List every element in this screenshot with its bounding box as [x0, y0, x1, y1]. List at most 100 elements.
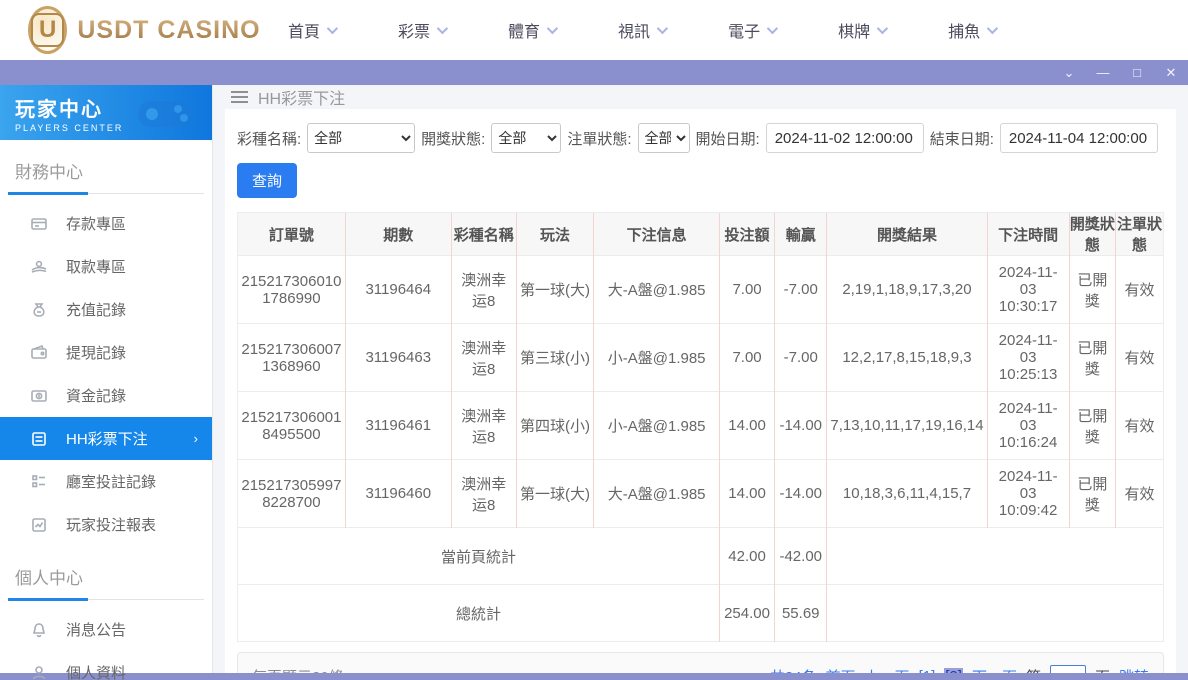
sidebar-item-hall-bet-record[interactable]: 廳室投註記錄 — [0, 460, 212, 503]
page-summary-bet: 42.00 — [719, 528, 774, 585]
section-title-personal: 個人中心 — [0, 546, 212, 599]
total-summary-row: 總統計 254.00 55.69 — [238, 585, 1164, 642]
chevron-down-icon — [547, 23, 558, 34]
end-date-input[interactable] — [1000, 123, 1158, 153]
nav-item-sports[interactable]: 體育 — [508, 18, 555, 42]
page-summary-row: 當前頁統計 42.00 -42.00 — [238, 528, 1164, 585]
total-summary-winloss: 55.69 — [775, 585, 827, 642]
bets-table: 訂單號 期數 彩種名稱 玩法 下注信息 投注額 輸贏 開獎結果 下注時間 開獎狀… — [237, 212, 1164, 642]
top-navbar: U USDT CASINO 首頁 彩票 體育 視訊 電子 棋牌 捕魚 — [0, 0, 1188, 60]
logo-text: USDT CASINO — [77, 16, 260, 45]
nav-item-live[interactable]: 視訊 — [618, 18, 665, 42]
chevron-down-icon — [987, 23, 998, 34]
col-draw-status: 開獎狀態 — [1069, 213, 1115, 256]
maximize-icon[interactable]: □ — [1130, 66, 1144, 79]
money-bag-icon — [30, 301, 48, 319]
sidebar-item-recharge-record[interactable]: 充值記錄 — [0, 288, 212, 331]
breadcrumb: HH彩票下注 — [213, 85, 1188, 109]
jump-button[interactable]: 跳转 — [1119, 666, 1149, 674]
coin-record-icon — [30, 387, 48, 405]
report-chart-icon — [30, 516, 48, 534]
total-count: 共24条 — [770, 666, 817, 674]
table-row: 2152173060101786990 31196464 澳洲幸运8 第一球(大… — [238, 256, 1164, 324]
bet-list-icon — [30, 430, 48, 448]
draw-status-label: 開獎狀態: — [421, 128, 485, 149]
page-title: HH彩票下注 — [258, 85, 345, 109]
col-bet-amount: 投注額 — [719, 213, 774, 256]
sidebar-item-deposit[interactable]: 存款專區 — [0, 202, 212, 245]
page-2-link-current[interactable]: [2] — [944, 668, 963, 674]
draw-status-select[interactable]: 全部 — [491, 123, 561, 153]
content-card: 彩種名稱: 全部 開獎狀態: 全部 注單狀態: 全部 開始日期: 結束日期: 查… — [225, 109, 1176, 673]
col-order-status: 注單狀態 — [1116, 213, 1164, 256]
players-center-header: 玩家中心 PLAYERS CENTER — [0, 85, 212, 140]
jump-suffix: 页 — [1095, 666, 1110, 674]
close-icon[interactable]: ✕ — [1164, 66, 1178, 79]
order-status-select[interactable]: 全部 — [638, 123, 690, 153]
chevron-down-icon — [877, 23, 888, 34]
section-underline — [8, 599, 204, 600]
nav-item-lottery[interactable]: 彩票 — [398, 18, 445, 42]
col-bet-time: 下注時間 — [987, 213, 1069, 256]
chevron-right-icon: › — [194, 431, 198, 446]
sidebar-item-player-bet-report[interactable]: 玩家投注報表 — [0, 503, 212, 546]
first-page-link[interactable]: 首页 — [826, 666, 856, 674]
page-1-link[interactable]: [1] — [919, 668, 936, 674]
next-page-link[interactable]: 下一页 — [972, 666, 1017, 674]
lottery-name-select[interactable]: 全部 — [307, 123, 415, 153]
sidebar-item-withdraw-record[interactable]: 提現記錄 — [0, 331, 212, 374]
page-jump-input[interactable] — [1050, 665, 1086, 673]
sidebar-item-announcements[interactable]: 消息公告 — [0, 608, 212, 651]
start-date-input[interactable] — [766, 123, 924, 153]
col-bet-info: 下注信息 — [594, 213, 720, 256]
start-date-label: 開始日期: — [696, 128, 760, 149]
col-playtype: 玩法 — [516, 213, 594, 256]
total-summary-label: 總統計 — [238, 585, 720, 642]
section-title-finance: 財務中心 — [0, 140, 212, 193]
chevron-down-icon — [657, 23, 668, 34]
main-menu: 首頁 彩票 體育 視訊 電子 棋牌 捕魚 — [288, 18, 1058, 42]
chevron-down-icon — [437, 23, 448, 34]
nav-item-cards[interactable]: 棋牌 — [838, 18, 885, 42]
nav-item-home[interactable]: 首頁 — [288, 18, 335, 42]
col-lottery-name: 彩種名稱 — [451, 213, 516, 256]
chevron-down-icon — [327, 23, 338, 34]
section-underline — [8, 193, 204, 194]
hand-money-icon — [30, 258, 48, 276]
deposit-card-icon — [30, 215, 48, 233]
table-header-row: 訂單號 期數 彩種名稱 玩法 下注信息 投注額 輸贏 開獎結果 下注時間 開獎狀… — [238, 213, 1164, 256]
sidebar-item-withdraw[interactable]: 取款專區 — [0, 245, 212, 288]
chevron-down-icon — [767, 23, 778, 34]
sidebar-item-funds-record[interactable]: 資金記錄 — [0, 374, 212, 417]
prev-page-link[interactable]: 上一页 — [865, 666, 910, 674]
page-summary-winloss: -42.00 — [775, 528, 827, 585]
lottery-name-label: 彩種名稱: — [237, 128, 301, 149]
col-order-id: 訂單號 — [238, 213, 346, 256]
checklist-icon — [30, 473, 48, 491]
logo-letter: U — [31, 13, 64, 47]
brand-logo[interactable]: U USDT CASINO — [28, 6, 258, 54]
minimize-icon[interactable]: — — [1096, 66, 1110, 79]
wallet-icon — [30, 344, 48, 362]
collapse-icon[interactable]: ⌄ — [1062, 66, 1076, 79]
window-titlebar: ⌄ — □ ✕ — [0, 60, 1188, 85]
table-row: 2152173059978228700 31196460 澳洲幸运8 第一球(大… — [238, 460, 1164, 528]
hamburger-icon[interactable] — [231, 91, 248, 103]
table-row: 2152173060071368960 31196463 澳洲幸运8 第三球(小… — [238, 324, 1164, 392]
nav-item-slots[interactable]: 電子 — [728, 18, 775, 42]
filter-bar: 彩種名稱: 全部 開獎狀態: 全部 注單狀態: 全部 開始日期: 結束日期: — [237, 123, 1164, 153]
total-summary-bet: 254.00 — [719, 585, 774, 642]
sidebar-item-hh-lottery-bets[interactable]: HH彩票下注 › — [0, 417, 212, 460]
sidebar-item-profile[interactable]: 個人資料 — [0, 651, 212, 680]
nav-item-fishing[interactable]: 捕魚 — [948, 18, 995, 42]
person-icon — [30, 664, 48, 680]
logo-coin-icon: U — [28, 6, 67, 54]
page-size-text: 每頁顯示20條 — [252, 666, 344, 674]
col-draw-result: 開獎結果 — [827, 213, 987, 256]
pagination-bar: 每頁顯示20條 共24条 首页 上一页 [1] [2] 下一页 第 页 跳转 — [237, 652, 1164, 673]
col-winloss: 輸贏 — [775, 213, 827, 256]
table-row: 2152173060018495500 31196461 澳洲幸运8 第四球(小… — [238, 392, 1164, 460]
gamepad-icon — [130, 91, 200, 135]
search-button[interactable]: 查詢 — [237, 163, 297, 198]
end-date-label: 結束日期: — [930, 128, 994, 149]
